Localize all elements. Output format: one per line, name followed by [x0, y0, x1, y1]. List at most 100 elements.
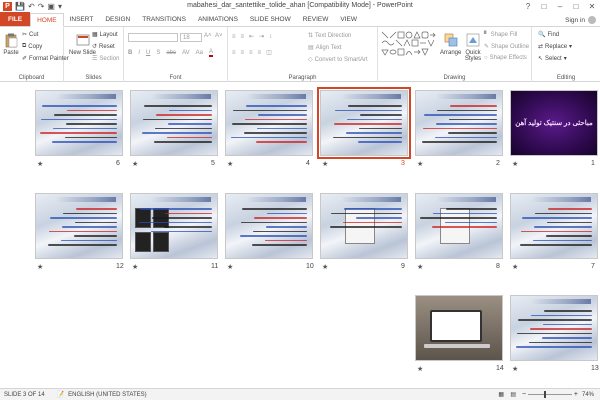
- numbering-icon[interactable]: ≡: [241, 34, 245, 40]
- slide-text-line: [267, 212, 307, 214]
- sign-in-link[interactable]: Sign in: [565, 16, 596, 24]
- slide-thumbnail-6[interactable]: [35, 90, 123, 156]
- zoom-slider[interactable]: − +: [522, 390, 578, 398]
- format-painter-button[interactable]: ✐ Format Painter: [22, 55, 69, 63]
- strikethrough-icon[interactable]: abc: [166, 50, 176, 56]
- slide-thumbnail-5[interactable]: [130, 90, 218, 156]
- slide-thumbnail-14[interactable]: [415, 295, 503, 361]
- transition-star-icon[interactable]: ★: [132, 160, 138, 168]
- tab-file[interactable]: FILE: [0, 12, 31, 26]
- columns-icon[interactable]: ◫: [266, 49, 272, 56]
- normal-view-icon[interactable]: ▤: [510, 391, 516, 398]
- language-indicator[interactable]: ENGLISH (UNITED STATES): [68, 392, 146, 398]
- font-size-select[interactable]: 18: [180, 33, 202, 42]
- slide-text-line: [423, 127, 497, 129]
- transition-star-icon[interactable]: ★: [512, 365, 518, 373]
- tab-design[interactable]: DESIGN: [99, 12, 136, 26]
- transition-star-icon[interactable]: ★: [512, 160, 518, 168]
- section-button[interactable]: ☰ Section: [92, 55, 119, 63]
- text-direction-button[interactable]: ⇅ Text Direction: [308, 32, 351, 40]
- slide-thumbnail-10[interactable]: [225, 193, 313, 259]
- underline-icon[interactable]: U: [146, 50, 150, 56]
- layout-button[interactable]: ▦ Layout: [92, 31, 118, 39]
- minimize-icon[interactable]: –: [552, 0, 568, 12]
- slide-thumbnail-11[interactable]: [130, 193, 218, 259]
- slide-thumbnail-1[interactable]: مباحثی در سنتیک تولید آهن: [510, 90, 598, 156]
- paste-button[interactable]: Paste: [3, 32, 19, 56]
- tab-home[interactable]: HOME: [30, 13, 64, 27]
- zoom-track[interactable]: [528, 390, 572, 398]
- decrease-indent-icon[interactable]: ⇤: [249, 33, 254, 40]
- tab-review[interactable]: REVIEW: [297, 12, 335, 26]
- italic-icon[interactable]: I: [138, 50, 140, 56]
- shape-fill-button[interactable]: ▘ Shape Fill: [484, 31, 517, 39]
- paste-icon: [5, 33, 18, 48]
- transition-star-icon[interactable]: ★: [37, 160, 43, 168]
- slide-thumbnail-13[interactable]: [510, 295, 598, 361]
- reset-button[interactable]: ↺ Reset: [92, 43, 115, 51]
- slide-thumbnail-7[interactable]: [510, 193, 598, 259]
- slide-thumbnail-9[interactable]: [320, 193, 408, 259]
- copy-button[interactable]: ⧉ Copy: [22, 43, 42, 50]
- transition-star-icon[interactable]: ★: [417, 365, 423, 373]
- slide-text-line: [330, 226, 402, 228]
- transition-star-icon[interactable]: ★: [417, 263, 423, 271]
- shape-effects-button[interactable]: ○ Shape Effects: [484, 55, 527, 61]
- increase-indent-icon[interactable]: ⇥: [259, 33, 264, 40]
- bold-icon[interactable]: B: [128, 50, 132, 56]
- shrink-font-button[interactable]: A˅: [215, 33, 223, 39]
- transition-star-icon[interactable]: ★: [37, 263, 43, 271]
- tab-animations[interactable]: ANIMATIONS: [192, 12, 244, 26]
- zoom-out-icon[interactable]: −: [522, 391, 526, 398]
- bullets-icon[interactable]: ≡: [232, 34, 236, 40]
- transition-star-icon[interactable]: ★: [322, 160, 328, 168]
- zoom-level[interactable]: 74%: [582, 392, 594, 398]
- shapes-gallery[interactable]: [381, 31, 439, 61]
- align-right-icon[interactable]: ≡: [249, 50, 253, 56]
- maximize-icon[interactable]: □: [568, 0, 584, 12]
- slide-text-line: [544, 310, 592, 312]
- ribbon-display-icon[interactable]: □: [536, 0, 552, 12]
- shadow-icon[interactable]: S: [156, 50, 160, 56]
- tab-view[interactable]: VIEW: [334, 12, 363, 26]
- align-center-icon[interactable]: ≡: [241, 50, 245, 56]
- align-left-icon[interactable]: ≡: [232, 50, 236, 56]
- shape-outline-button[interactable]: ✎ Shape Outline: [484, 43, 529, 51]
- font-color-icon[interactable]: A: [208, 49, 213, 57]
- transition-star-icon[interactable]: ★: [512, 263, 518, 271]
- justify-icon[interactable]: ≡: [258, 50, 262, 56]
- zoom-in-icon[interactable]: +: [574, 391, 578, 398]
- find-button[interactable]: 🔍 Find: [538, 31, 559, 39]
- transition-star-icon[interactable]: ★: [417, 160, 423, 168]
- font-name-select[interactable]: [128, 33, 178, 42]
- quick-styles-button[interactable]: Quick Styles: [462, 32, 484, 62]
- close-icon[interactable]: ✕: [584, 0, 600, 12]
- transition-star-icon[interactable]: ★: [227, 160, 233, 168]
- slide-thumbnail-3[interactable]: [317, 87, 411, 159]
- char-spacing-icon[interactable]: AV: [182, 50, 190, 56]
- tab-transitions[interactable]: TRANSITIONS: [136, 12, 192, 26]
- tab-insert[interactable]: INSERT: [64, 12, 100, 26]
- notes-icon[interactable]: ▦: [498, 391, 504, 398]
- zoom-knob[interactable]: [543, 390, 546, 398]
- transition-star-icon[interactable]: ★: [322, 263, 328, 271]
- slide-thumbnail-4[interactable]: [225, 90, 313, 156]
- slide-thumbnail-8[interactable]: [415, 193, 503, 259]
- transition-star-icon[interactable]: ★: [227, 263, 233, 271]
- transition-star-icon[interactable]: ★: [132, 263, 138, 271]
- help-icon[interactable]: ?: [520, 0, 536, 12]
- spellcheck-icon[interactable]: 📝: [57, 391, 64, 398]
- tab-slide-show[interactable]: SLIDE SHOW: [244, 12, 297, 26]
- convert-smartart-button[interactable]: ◇ Convert to SmartArt: [308, 56, 368, 64]
- line-spacing-icon[interactable]: ↕: [269, 34, 272, 40]
- arrange-button[interactable]: Arrange: [440, 32, 461, 56]
- change-case-icon[interactable]: Aa: [196, 50, 203, 56]
- slide-thumbnail-2[interactable]: [415, 90, 503, 156]
- slide-title-bar: [151, 94, 211, 99]
- align-text-button[interactable]: ▤ Align Text: [308, 44, 342, 52]
- select-button[interactable]: ↖ Select ▾: [538, 55, 567, 63]
- grow-font-button[interactable]: A˄: [204, 33, 212, 39]
- cut-button[interactable]: ✂ Cut: [22, 31, 38, 39]
- slide-thumbnail-12[interactable]: [35, 193, 123, 259]
- replace-button[interactable]: ⇄ Replace ▾: [538, 43, 572, 51]
